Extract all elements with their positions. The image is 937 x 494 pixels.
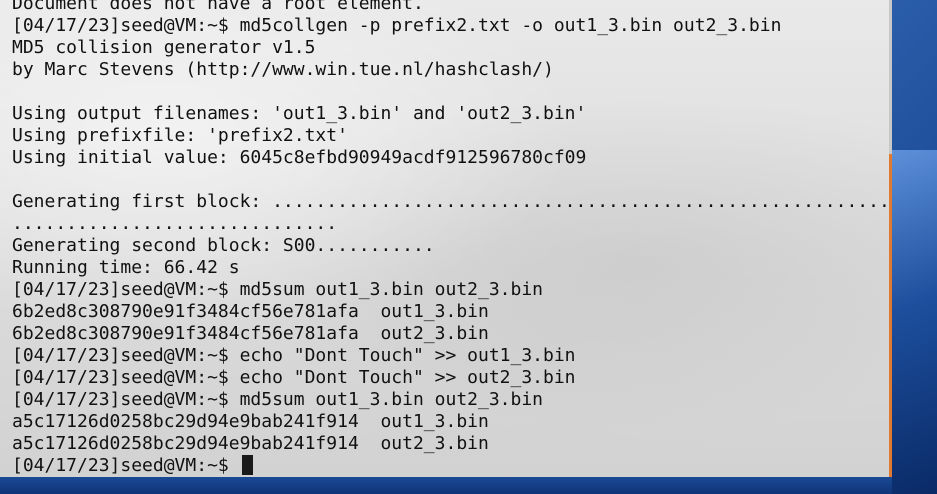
shell-prompt: [04/17/23]seed@VM:~$: [12, 455, 240, 476]
text-cursor: [241, 455, 253, 475]
terminal-line: [04/17/23]seed@VM:~$ echo "Dont Touch" >…: [12, 345, 576, 366]
terminal-window[interactable]: Document does not have a root element. [0…: [0, 0, 892, 477]
terminal-line: ..............................: [12, 213, 338, 234]
terminal-line: Using output filenames: 'out1_3.bin' and…: [12, 103, 587, 124]
terminal-line: Generating first block: ................…: [12, 191, 892, 212]
desktop-wallpaper-stripe: [891, 150, 937, 494]
terminal-line: Generating second block: S00...........: [12, 235, 435, 256]
terminal-line: [04/17/23]seed@VM:~$ echo "Dont Touch" >…: [12, 367, 576, 388]
terminal-line: by Marc Stevens (http://www.win.tue.nl/h…: [12, 59, 554, 80]
terminal-line: [04/17/23]seed@VM:~$ md5sum out1_3.bin o…: [12, 279, 544, 300]
terminal-line: 6b2ed8c308790e91f3484cf56e781afa out2_3.…: [12, 323, 489, 344]
terminal-line: Using initial value: 6045c8efbd90949acdf…: [12, 147, 587, 168]
terminal-line: MD5 collision generator v1.5: [12, 37, 316, 58]
terminal-line: Document does not have a root element.: [12, 0, 424, 14]
terminal-line: 6b2ed8c308790e91f3484cf56e781afa out1_3.…: [12, 301, 489, 322]
prompt-line[interactable]: [04/17/23]seed@VM:~$: [12, 455, 892, 477]
terminal-output: Document does not have a root element. [0…: [12, 0, 892, 477]
terminal-line: Using prefixfile: 'prefix2.txt': [12, 125, 348, 146]
desktop-bottom-edge: [0, 477, 892, 494]
terminal-line: a5c17126d0258bc29d94e9bab241f914 out1_3.…: [12, 411, 489, 432]
terminal-line: [04/17/23]seed@VM:~$ md5sum out1_3.bin o…: [12, 389, 544, 410]
terminal-scrollbar-thumb[interactable]: [889, 154, 892, 477]
terminal-line: [04/17/23]seed@VM:~$ md5collgen -p prefi…: [12, 15, 782, 36]
terminal-line: Running time: 66.42 s: [12, 257, 240, 278]
terminal-line: a5c17126d0258bc29d94e9bab241f914 out2_3.…: [12, 433, 489, 454]
